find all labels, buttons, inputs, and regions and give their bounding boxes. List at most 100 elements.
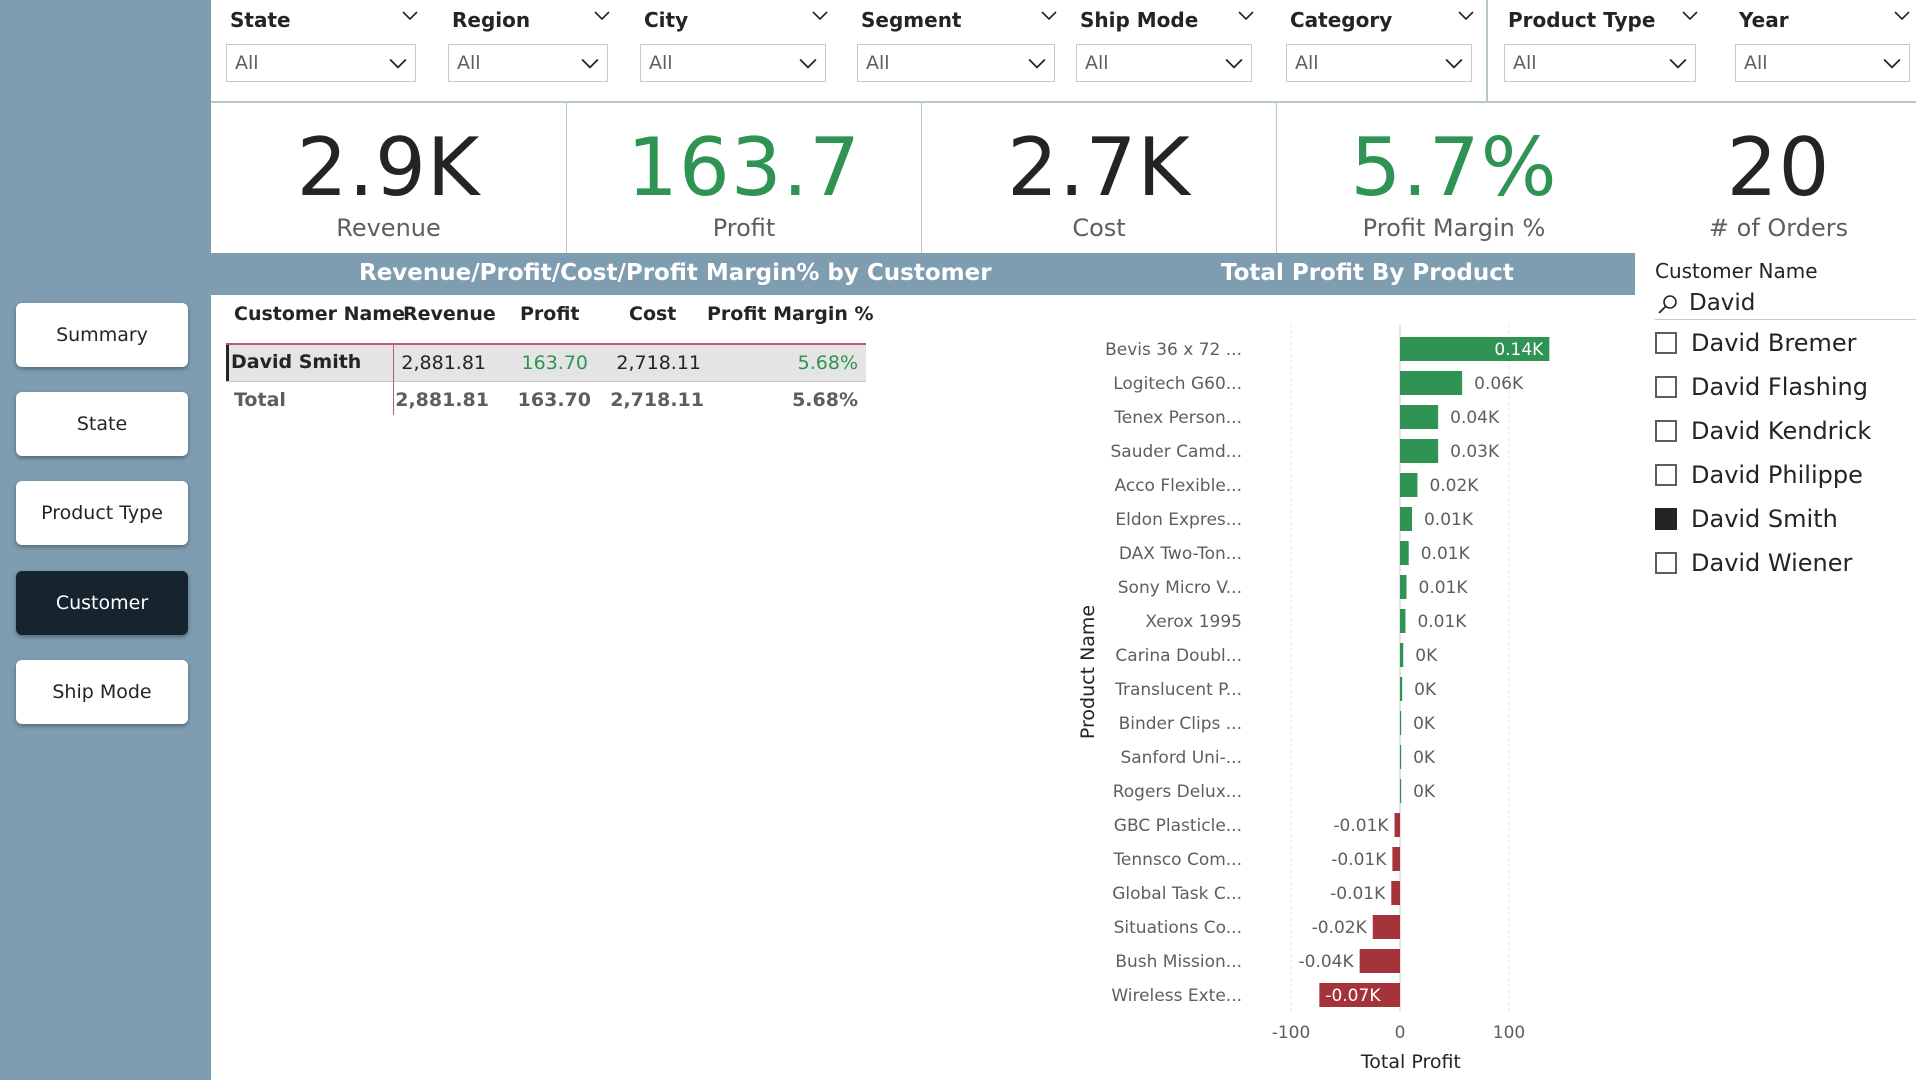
checkbox-icon [1655,552,1677,574]
bar [1394,813,1400,837]
nav-summary-button[interactable]: Summary [16,303,188,367]
y-category-label: Binder Clips ... [1119,714,1242,734]
chevron-down-icon[interactable] [1894,8,1910,24]
filter-divider [1486,0,1488,101]
slicer-item-david-flashing[interactable]: David Flashing [1655,367,1868,407]
navigation-panel: Summary State Product Type Customer Ship… [0,0,211,1080]
search-icon [1658,295,1677,314]
chart-title: Total Profit By Product [1221,260,1514,286]
bar-data-label: 0.14K [1494,340,1544,360]
kpi-profit-margin-card: 5.7% Profit Margin % [1277,101,1631,253]
bar [1400,677,1403,701]
nav-product-type-button[interactable]: Product Type [16,481,188,545]
slicer-search-box[interactable]: David [1655,289,1916,320]
chevron-down-icon[interactable] [1458,8,1474,24]
bar [1400,575,1407,599]
nav-ship-mode-button[interactable]: Ship Mode [16,660,188,724]
state-dropdown[interactable]: All [226,44,416,82]
chevron-down-icon[interactable] [594,8,610,24]
row-customer-name: David Smith [231,351,362,373]
bar [1400,439,1439,463]
y-category-label: Rogers Delux... [1113,782,1242,802]
state-filter-title: State [230,8,291,32]
segment-dropdown[interactable]: All [857,44,1055,82]
y-category-label: Carina Doubl... [1115,646,1242,666]
chevron-down-icon [389,58,407,69]
city-filter-title: City [644,8,689,32]
slicer-item-label: David Wiener [1691,549,1853,577]
segment-filter-title: Segment [861,8,962,32]
kpi-cost-value: 2.7K [1007,121,1191,214]
slicer-item-david-kendrick[interactable]: David Kendrick [1655,411,1871,451]
x-tick-label: 0 [1395,1023,1406,1043]
year-dropdown-value: All [1744,52,1768,74]
y-category-label: Global Task C... [1112,884,1242,904]
chevron-down-icon[interactable] [1682,8,1698,24]
bar-data-label: -0.01K [1331,850,1387,870]
slicer-item-david-wiener[interactable]: David Wiener [1655,543,1852,583]
kpi-orders-card: 20 # of Orders [1641,101,1916,253]
kpi-orders-value: 20 [1726,121,1831,214]
kpi-profit-card: 163.7 Profit [567,101,921,253]
product-type-dropdown[interactable]: All [1504,44,1696,82]
ship-mode-filter-title: Ship Mode [1080,8,1199,32]
chevron-down-icon [1445,58,1463,69]
region-dropdown-value: All [457,52,481,74]
column-header-cost[interactable]: Cost [629,303,676,325]
chevron-down-icon [1669,58,1687,69]
bar-data-label: 0.01K [1419,578,1469,598]
ship-mode-dropdown[interactable]: All [1076,44,1252,82]
chevron-down-icon[interactable] [1041,8,1057,24]
city-dropdown[interactable]: All [640,44,826,82]
column-header-customer-name[interactable]: Customer Name [234,303,405,325]
y-category-label: Wireless Exte... [1111,986,1242,1006]
bar-data-label: 0.03K [1450,442,1500,462]
chevron-down-icon[interactable] [812,8,828,24]
bar-data-label: -0.04K [1299,952,1355,972]
nav-state-button[interactable]: State [16,392,188,456]
chevron-down-icon [1883,58,1901,69]
bar-data-label: 0.06K [1474,374,1524,394]
bar [1400,609,1406,633]
bar [1400,779,1402,803]
checkbox-checked-icon [1655,508,1677,530]
kpi-revenue-card: 2.9K Revenue [211,101,566,253]
checkbox-icon [1655,420,1677,442]
nav-customer-button[interactable]: Customer [16,571,188,635]
checkbox-icon [1655,376,1677,398]
bar-data-label: 0K [1413,714,1436,734]
chevron-down-icon[interactable] [1238,8,1254,24]
year-dropdown[interactable]: All [1735,44,1910,82]
kpi-profit-margin-label: Profit Margin % [1362,214,1546,242]
slicer-item-david-philippe[interactable]: David Philippe [1655,455,1863,495]
x-tick-label: -100 [1272,1023,1311,1043]
kpi-row: 2.9K Revenue 163.7 Profit 2.7K Cost 5.7%… [211,101,1916,253]
kpi-revenue-label: Revenue [336,214,441,242]
kpi-cost-card: 2.7K Cost [922,101,1276,253]
slicer-item-david-bremer[interactable]: David Bremer [1655,323,1857,363]
state-dropdown-value: All [235,52,259,74]
bar-data-label: -0.01K [1333,816,1389,836]
row-revenue: 2,881.81 [401,352,486,374]
column-header-profit-margin[interactable]: Profit Margin % [707,303,874,325]
section-header-band: Revenue/Profit/Cost/Profit Margin% by Cu… [211,253,1635,295]
y-category-label: Sony Micro V... [1118,578,1242,598]
column-header-profit[interactable]: Profit [520,303,580,325]
category-dropdown[interactable]: All [1286,44,1472,82]
chevron-down-icon[interactable] [402,8,418,24]
total-profit-margin: 5.68% [792,389,858,411]
total-label: Total [234,389,286,411]
y-category-label: Logitech G60... [1113,374,1242,394]
total-revenue: 2,881.81 [395,389,489,411]
kpi-orders-label: # of Orders [1708,214,1849,242]
region-dropdown[interactable]: All [448,44,608,82]
bar [1400,371,1463,395]
total-cost: 2,718.11 [610,389,704,411]
region-filter-title: Region [452,8,531,32]
bar-data-label: -0.01K [1330,884,1386,904]
bar-data-label: 0K [1413,748,1436,768]
category-dropdown-value: All [1295,52,1319,74]
table-row[interactable]: David Smith 2,881.81 163.70 2,718.11 5.6… [226,345,866,381]
slicer-item-david-smith[interactable]: David Smith [1655,499,1838,539]
column-header-revenue[interactable]: Revenue [403,303,496,325]
